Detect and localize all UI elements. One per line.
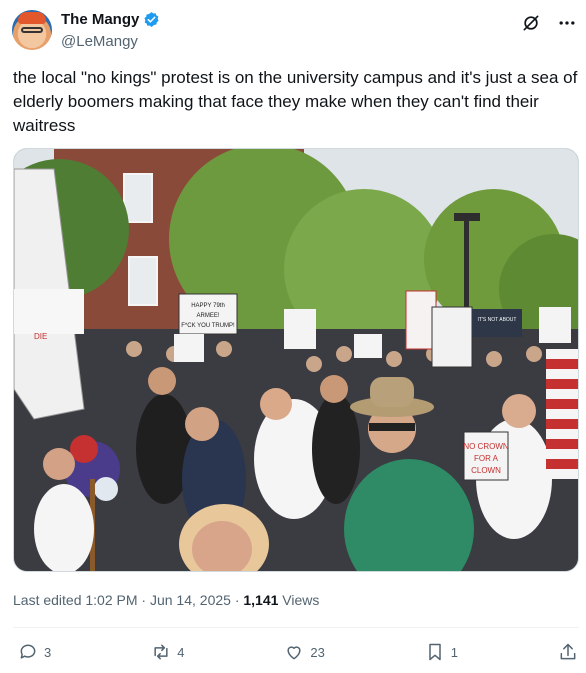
views-count: 1,141 xyxy=(243,592,279,608)
author-display-name[interactable]: The Mangy xyxy=(61,11,139,28)
heart-icon xyxy=(287,646,301,660)
grok-icon[interactable] xyxy=(520,12,542,34)
avatar-hair xyxy=(18,12,46,24)
action-bar: 3 4 23 1 xyxy=(18,640,578,664)
reply-count: 3 xyxy=(44,644,52,660)
edited-timestamp[interactable]: Last edited 1:02 PM · Jun 14, 2025 · xyxy=(13,592,243,608)
avatar-glasses xyxy=(21,27,43,33)
share-icon xyxy=(560,643,576,660)
more-options-icon[interactable] xyxy=(556,12,578,34)
svg-text:F*CK YOU TRUMP!: F*CK YOU TRUMP! xyxy=(181,323,235,329)
svg-text:HAPPY 79th: HAPPY 79th xyxy=(191,303,225,309)
bookmark-button[interactable]: 1 xyxy=(425,642,458,662)
author-name-line: The Mangy xyxy=(61,11,160,28)
svg-text:DIE: DIE xyxy=(34,332,47,341)
reply-icon xyxy=(20,644,36,659)
like-count: 23 xyxy=(310,644,325,660)
ellipsis-icon xyxy=(559,21,575,25)
tweet-photo[interactable]: NO CROWN FOR A CLOWN HAPPY 79th ARMEE! F… xyxy=(13,148,579,572)
author-handle[interactable]: @LeMangy xyxy=(61,33,138,50)
repost-count: 4 xyxy=(177,644,185,660)
top-actions xyxy=(520,12,578,34)
avatar[interactable] xyxy=(12,10,52,50)
bookmark-icon xyxy=(429,643,441,661)
svg-text:CLOWN: CLOWN xyxy=(471,466,501,475)
like-button[interactable]: 23 xyxy=(284,642,325,662)
tweet-header: The Mangy @LeMangy xyxy=(12,8,578,56)
repost-icon xyxy=(154,644,168,660)
reply-button[interactable]: 3 xyxy=(18,642,51,662)
views-label: Views xyxy=(278,592,320,608)
repost-button[interactable]: 4 xyxy=(151,642,184,662)
svg-text:NO CROWN: NO CROWN xyxy=(463,442,509,451)
svg-text:ARMEE!: ARMEE! xyxy=(196,313,219,319)
protest-photo-illustration: NO CROWN FOR A CLOWN HAPPY 79th ARMEE! F… xyxy=(14,149,578,571)
actions-divider xyxy=(13,627,579,628)
grok-glyph-icon xyxy=(523,15,539,31)
tweet-text: the local "no kings" protest is on the u… xyxy=(13,68,578,135)
bookmark-count: 1 xyxy=(450,644,459,660)
share-button[interactable] xyxy=(558,642,578,662)
svg-text:IT'S NOT ABOUT: IT'S NOT ABOUT xyxy=(478,317,517,323)
tweet-meta: Last edited 1:02 PM · Jun 14, 2025 · 1,1… xyxy=(13,592,319,608)
svg-text:FOR A: FOR A xyxy=(474,454,499,463)
verified-badge-icon xyxy=(144,12,159,27)
